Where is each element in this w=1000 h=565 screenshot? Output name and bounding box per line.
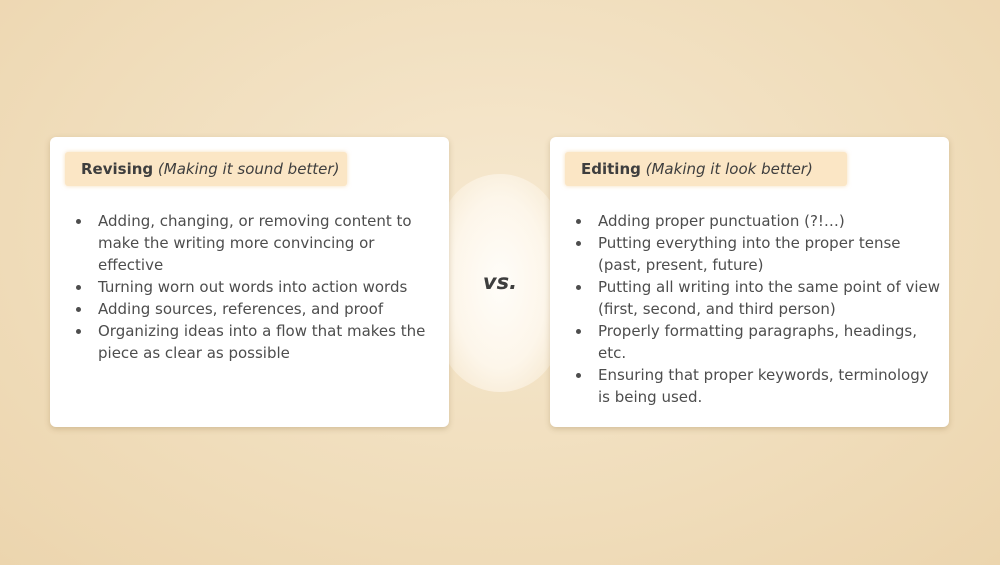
editing-card: Editing (Making it look better) Adding p… [550, 137, 949, 427]
editing-title: Editing [581, 160, 641, 178]
list-item: Adding, changing, or removing content to… [76, 210, 443, 276]
list-item: Adding sources, references, and proof [76, 298, 443, 320]
list-item: Organizing ideas into a flow that makes … [76, 320, 443, 364]
editing-subtitle: (Making it look better) [645, 160, 813, 178]
revising-title: Revising [81, 160, 154, 178]
revising-card: Revising (Making it sound better) Adding… [50, 137, 449, 427]
revising-subtitle: (Making it sound better) [157, 160, 340, 178]
list-item: Properly formatting paragraphs, headings… [576, 320, 943, 364]
list-item: Turning worn out words into action words [76, 276, 443, 298]
list-item: Ensuring that proper keywords, terminolo… [576, 364, 943, 408]
list-item: Putting all writing into the same point … [576, 276, 943, 320]
vs-label: vs. [482, 270, 518, 294]
editing-list: Adding proper punctuation (?!…) Putting … [576, 210, 943, 408]
revising-list: Adding, changing, or removing content to… [76, 210, 443, 364]
editing-header: Editing (Making it look better) [565, 152, 847, 186]
list-item: Putting everything into the proper tense… [576, 232, 943, 276]
list-item: Adding proper punctuation (?!…) [576, 210, 943, 232]
revising-header: Revising (Making it sound better) [65, 152, 347, 186]
